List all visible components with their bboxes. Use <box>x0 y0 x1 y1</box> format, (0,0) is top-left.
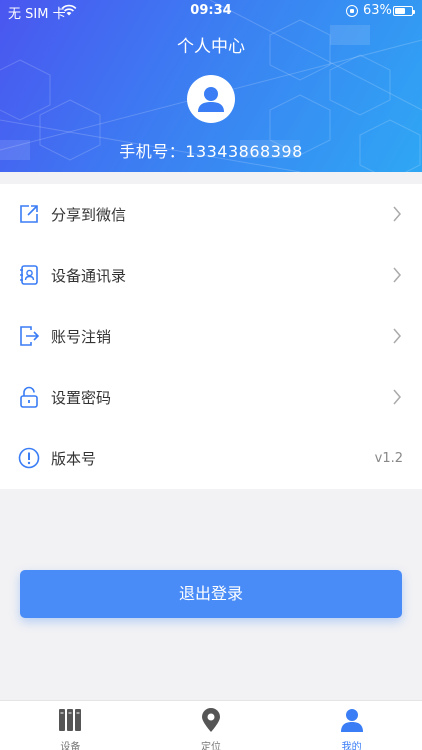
tab-devices[interactable]: 设备 <box>0 701 141 750</box>
user-icon <box>198 87 224 112</box>
chevron-right-icon <box>393 389 401 405</box>
logout-button[interactable]: 退出登录 <box>20 570 402 618</box>
avatar[interactable] <box>187 75 235 123</box>
user-icon <box>340 709 363 732</box>
battery-fill <box>395 8 406 14</box>
info-icon <box>18 447 40 469</box>
phone-number-line: 手机号：13343868398 <box>0 138 422 162</box>
menu-label: 设备通讯录 <box>51 267 127 285</box>
menu-item-cancel-account[interactable]: 账号注销 <box>0 306 422 367</box>
phone-label: 手机号： <box>119 142 186 161</box>
tab-mine[interactable]: 我的 <box>281 701 422 750</box>
status-bar: 无 SIM 卡 09:34 63% <box>0 0 422 22</box>
menu-label: 版本号 <box>51 450 97 468</box>
profile-header: 无 SIM 卡 09:34 63% 个人中心 手机号：13343868398 <box>0 0 422 172</box>
logout-arrow-icon <box>20 326 40 346</box>
tab-label: 设备 <box>60 742 81 750</box>
orientation-lock-icon <box>346 5 358 17</box>
menu-item-contacts[interactable]: 设备通讯录 <box>0 245 422 306</box>
clock: 09:34 <box>190 3 232 18</box>
page-title: 个人中心 <box>177 37 245 57</box>
tab-label: 定位 <box>201 742 221 750</box>
menu-label: 账号注销 <box>51 328 112 346</box>
tab-location[interactable]: 定位 <box>141 701 282 750</box>
devices-icon <box>59 709 82 731</box>
phone-number: 13343868398 <box>185 142 303 161</box>
share-icon <box>20 205 38 223</box>
settings-menu: 分享到微信 设备通讯录 账号注销 设置密码 版本号 v1.2 <box>0 184 422 489</box>
chevron-right-icon <box>393 328 401 344</box>
tab-bar: 设备 定位 我的 <box>0 700 422 750</box>
lock-icon <box>20 386 38 408</box>
menu-label: 分享到微信 <box>51 206 127 224</box>
battery-icon <box>393 6 415 16</box>
menu-label: 设置密码 <box>51 389 112 407</box>
tab-label: 我的 <box>341 742 362 750</box>
version-value: v1.2 <box>374 451 403 466</box>
chevron-right-icon <box>393 206 401 222</box>
chevron-right-icon <box>393 267 401 283</box>
contacts-icon <box>20 265 38 285</box>
menu-item-version: 版本号 v1.2 <box>0 428 422 489</box>
menu-item-password[interactable]: 设置密码 <box>0 367 422 428</box>
location-pin-icon <box>202 708 220 732</box>
menu-item-share[interactable]: 分享到微信 <box>0 184 422 245</box>
battery-percent: 63% <box>363 3 392 18</box>
